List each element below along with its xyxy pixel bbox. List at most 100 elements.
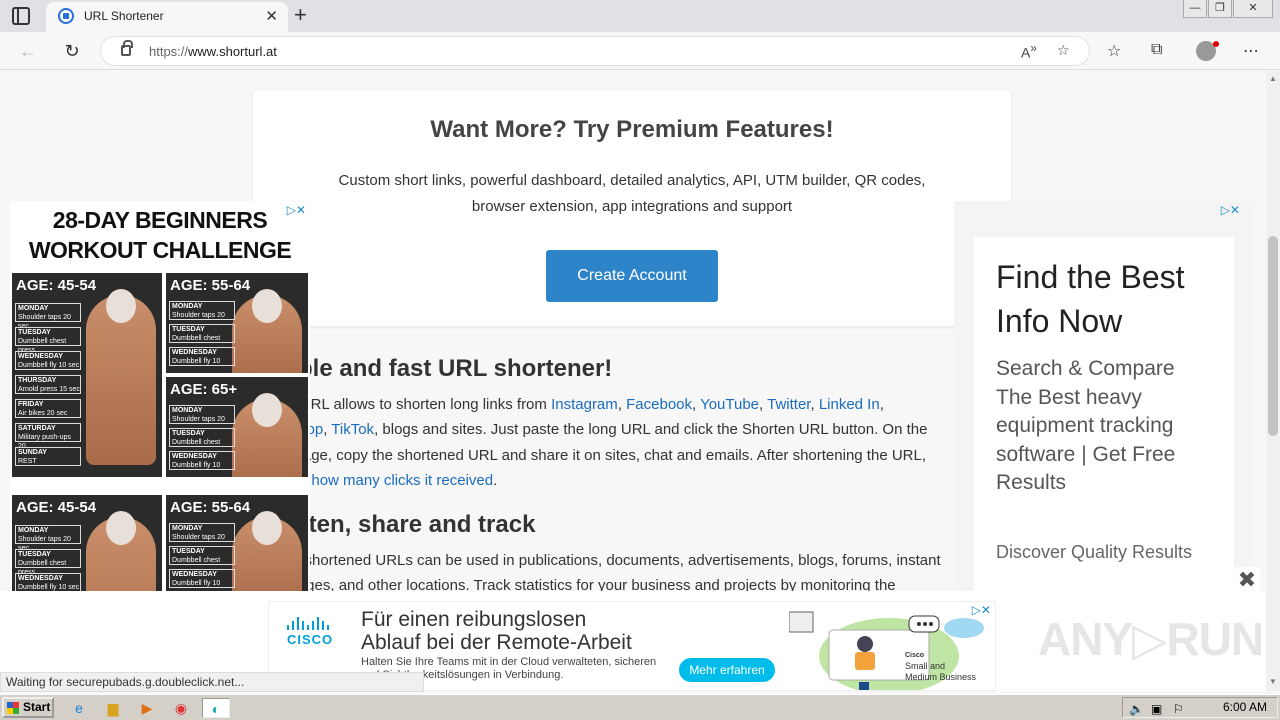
start-button[interactable]: Start xyxy=(2,697,54,718)
profile-avatar[interactable] xyxy=(1196,41,1219,61)
tile-day: WEDNESDAY xyxy=(172,571,217,578)
para-text: . xyxy=(493,472,498,489)
add-favorite-icon[interactable]: ☆ xyxy=(1057,42,1070,59)
banner-headline: Für einen reibungslosen Ablauf bei der R… xyxy=(361,608,632,654)
tile-task: Shoulder taps 20 xyxy=(172,534,225,541)
ad-choices-icon[interactable]: ▷✕ xyxy=(287,203,306,217)
athlete-image xyxy=(232,289,302,373)
tile-task: Dumbbell fly 10 xyxy=(172,358,221,365)
link-youtube[interactable]: YouTube xyxy=(700,396,759,413)
link-twitter[interactable]: Twitter xyxy=(767,396,810,413)
media-player-icon[interactable]: ▶ xyxy=(136,698,158,718)
tile-day: WEDNESDAY xyxy=(18,575,63,582)
tile-row: TUESDAY Dumbbell chest xyxy=(169,546,235,565)
new-tab-button[interactable]: + xyxy=(294,4,307,26)
url-scheme: https:// xyxy=(149,44,189,59)
tile-task: Dumbbell chest xyxy=(172,557,221,564)
tile-row: TUESDAY Dumbbell chest press xyxy=(15,327,81,354)
favicon-icon xyxy=(58,8,74,24)
left-ad[interactable]: ▷✕ 28-DAY BEGINNERS WORKOUT CHALLENGE AG… xyxy=(10,201,310,591)
lock-icon[interactable] xyxy=(121,40,133,56)
tile-row: MONDAY Shoulder taps 20 xyxy=(169,523,235,542)
window-close-button[interactable]: ✕ xyxy=(1233,0,1273,18)
banner-sub-line: Halten Sie Ihre Teams mit in der Cloud v… xyxy=(361,656,657,668)
close-ad-icon[interactable]: ✖ xyxy=(1234,567,1260,593)
right-ad[interactable]: ▷✕ Find the Best Info Now Search & Compa… xyxy=(954,201,1254,591)
banner-headline-line: Ablauf bei der Remote-Arbeit xyxy=(361,631,632,654)
page-scrollbar[interactable]: ▲ ▼ xyxy=(1266,71,1280,691)
tile-row: WEDNESDAY Dumbbell fly 10 sec xyxy=(15,351,81,370)
tile-row: WEDNESDAY Dumbbell fly 10 xyxy=(169,347,235,366)
ad-subline[interactable]: Discover Quality Results xyxy=(996,542,1212,563)
restore-button[interactable]: ❐ xyxy=(1208,0,1232,18)
ad-headline: 28-DAY BEGINNERS WORKOUT CHALLENGE xyxy=(10,201,310,265)
right-ad-card[interactable]: Find the Best Info Now Search & Compare … xyxy=(974,237,1234,591)
ad-headline[interactable]: Find the Best Info Now xyxy=(996,255,1212,343)
tile-day: TUESDAY xyxy=(172,326,205,333)
browser-toolbar: ← ↻ https://www.shorturl.at A» ☆ ☆ ⧉ ⋯ xyxy=(0,32,1280,70)
tab-bar: URL Shortener ✕ + — ❐ ✕ xyxy=(0,0,1280,32)
link-tiktok[interactable]: TikTok xyxy=(331,421,374,438)
tab-close-icon[interactable]: ✕ xyxy=(265,7,278,25)
tile-row: WEDNESDAY Dumbbell fly 10 xyxy=(169,451,235,470)
ad-headline-line: 28-DAY BEGINNERS xyxy=(52,207,268,233)
favorites-icon[interactable]: ☆ xyxy=(1107,41,1121,61)
url-text[interactable]: https://www.shorturl.at xyxy=(149,44,277,59)
athlete-image xyxy=(232,393,302,477)
workout-tile: AGE: 55-64 MONDAY Shoulder taps 20 TUESDA… xyxy=(166,495,308,591)
link-clicks-received[interactable]: how many clicks it received xyxy=(311,472,493,489)
tile-task: Shoulder taps 20 xyxy=(172,312,225,319)
banner-tagline: Cisco Small and Medium Business xyxy=(905,650,976,683)
refresh-icon[interactable]: ↻ xyxy=(60,39,84,63)
ad-choices-icon[interactable]: ▷✕ xyxy=(972,603,991,617)
edge-icon[interactable]: ◐ xyxy=(202,698,230,718)
read-aloud-icon[interactable]: A» xyxy=(1021,42,1037,61)
create-account-button[interactable]: Create Account xyxy=(546,250,718,302)
tile-age: AGE: 45-54 xyxy=(16,499,97,516)
back-icon[interactable]: ← xyxy=(16,39,40,63)
tab-url-shortener[interactable]: URL Shortener ✕ xyxy=(46,2,288,32)
collections-icon[interactable]: ⧉ xyxy=(1151,41,1162,59)
address-bar[interactable]: https://www.shorturl.at A» ☆ xyxy=(100,36,1090,66)
folder-icon[interactable]: ▆ xyxy=(102,698,124,718)
scroll-down-icon[interactable]: ▼ xyxy=(1266,677,1280,686)
tile-day: MONDAY xyxy=(172,407,203,414)
tile-task: Dumbbell chest xyxy=(172,439,221,446)
tile-task: Shoulder taps 20 xyxy=(172,416,225,423)
scroll-up-icon[interactable]: ▲ xyxy=(1266,74,1280,83)
ad-body[interactable]: Search & Compare The Best heavy equipmen… xyxy=(996,355,1212,498)
para-line-2: WhatsApp, TikTok, blogs and sites. Just … xyxy=(254,417,927,443)
tile-task: REST xyxy=(18,458,37,465)
workout-tile: AGE: 45-54 MONDAY Shoulder taps 20 sec TU… xyxy=(12,495,162,591)
tile-day: TUESDAY xyxy=(172,548,205,555)
tab-actions-icon[interactable] xyxy=(12,7,30,25)
banner-cta-button[interactable]: Mehr erfahren xyxy=(679,658,775,682)
ie-icon[interactable]: e xyxy=(68,698,90,718)
page-content: Want More? Try Premium Features! Custom … xyxy=(0,71,1266,591)
premium-text: Custom short links, powerful dashboard, … xyxy=(338,172,926,215)
tile-age: AGE: 55-64 xyxy=(170,277,251,294)
network-icon[interactable]: ▣ xyxy=(1151,700,1162,719)
tile-day: TUESDAY xyxy=(18,329,51,336)
cisco-wordmark: CISCO xyxy=(287,632,334,647)
tile-task: Arnold press 15 sec xyxy=(18,386,80,393)
volume-icon[interactable]: 🔈 xyxy=(1129,700,1144,719)
watermark: ANY▷RUN xyxy=(1038,613,1264,665)
scroll-thumb[interactable] xyxy=(1268,236,1278,436)
flag-icon[interactable]: ⚐ xyxy=(1173,700,1184,719)
tile-row: MONDAY Shoulder taps 20 xyxy=(169,405,235,424)
tile-row: THURSDAY Arnold press 15 sec xyxy=(15,375,81,394)
more-menu-icon[interactable]: ⋯ xyxy=(1243,41,1259,61)
tile-task: Dumbbell fly 10 xyxy=(172,580,221,587)
link-instagram[interactable]: Instagram xyxy=(551,396,618,413)
ad-choices-icon[interactable]: ▷✕ xyxy=(1221,203,1240,217)
minimize-button[interactable]: — xyxy=(1183,0,1207,18)
link-facebook[interactable]: Facebook xyxy=(626,396,692,413)
cisco-logo: CISCO xyxy=(287,616,335,647)
tile-row: MONDAY Shoulder taps 20 xyxy=(169,301,235,320)
tile-row: TUESDAY Dumbbell chest press xyxy=(15,549,81,576)
chrome-icon[interactable]: ◉ xyxy=(170,698,192,718)
athlete-image xyxy=(86,511,156,591)
tile-row: SUNDAY REST xyxy=(15,447,81,466)
link-linkedin[interactable]: Linked In xyxy=(819,396,880,413)
